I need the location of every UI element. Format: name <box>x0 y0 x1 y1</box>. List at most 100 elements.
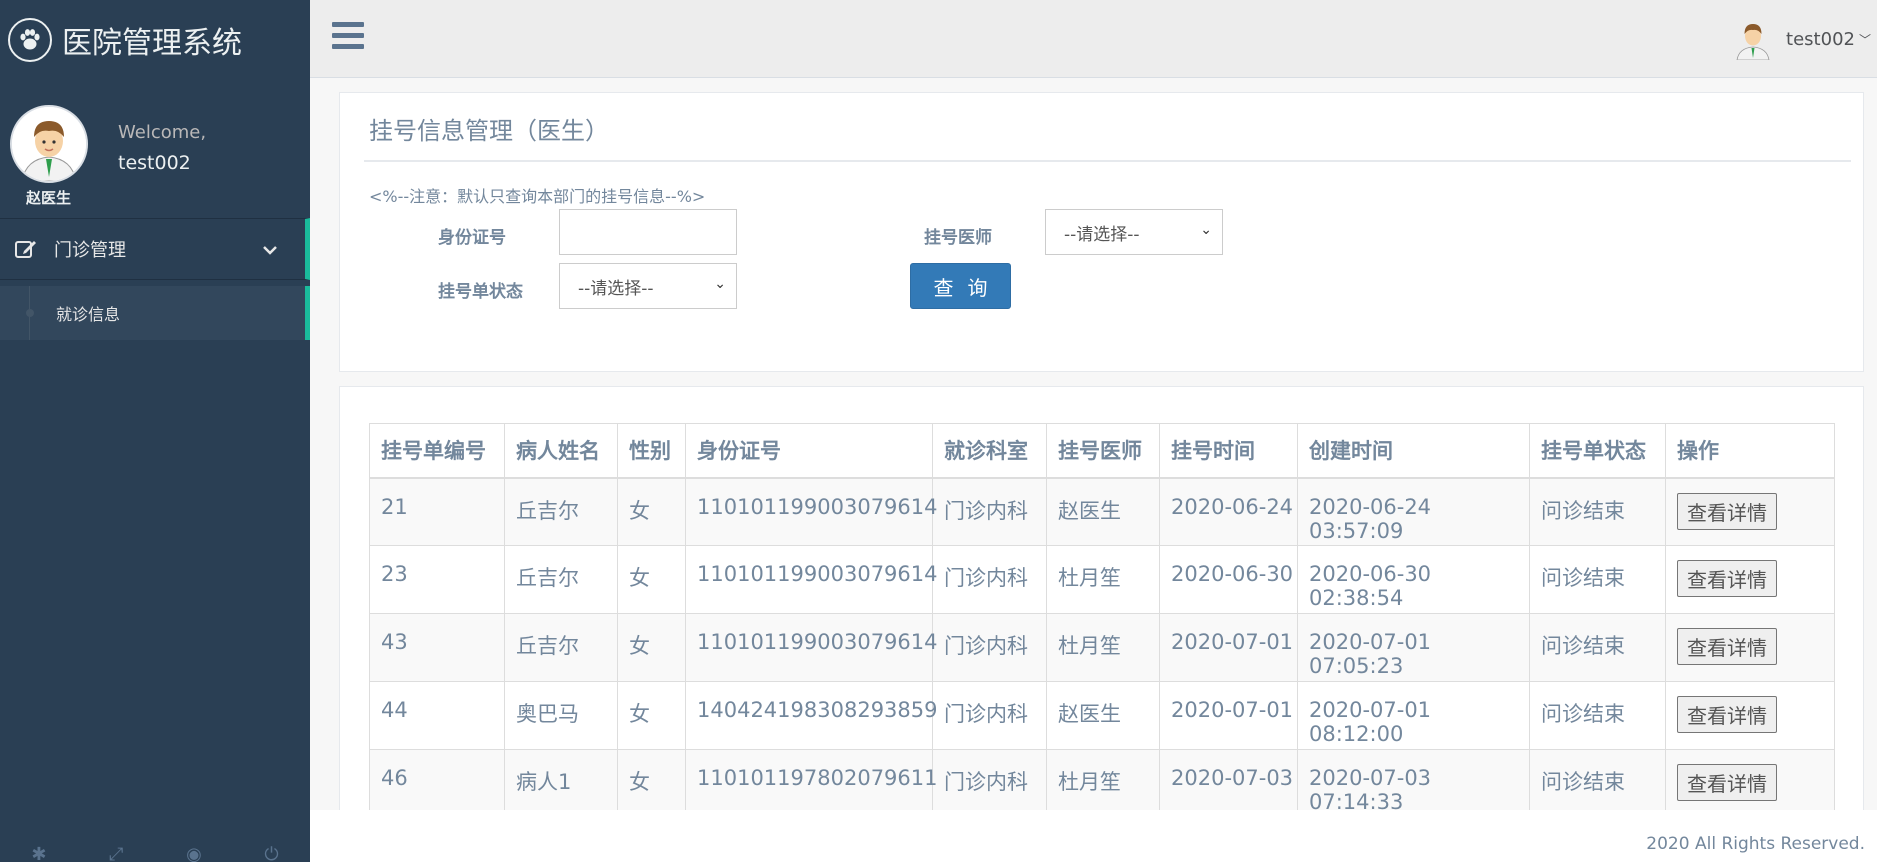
cell-created-at: 2020-07-01 08:12:00 <box>1297 681 1530 750</box>
cell-doctor: 杜月笙 <box>1046 613 1160 682</box>
submenu-dot <box>26 309 34 317</box>
fullscreen-icon[interactable]: ⤢ <box>109 846 123 862</box>
cell-id: 23 <box>369 545 505 614</box>
cell-id-number: 110101199003079614 <box>685 613 938 682</box>
cell-department: 门诊内科 <box>932 749 1047 810</box>
table-row: 43 丘吉尔 女 110101199003079614 门诊内科 杜月笙 202… <box>369 613 1835 682</box>
column-header: 操作 <box>1665 423 1835 479</box>
sidebar-item-label: 门诊管理 <box>54 240 126 261</box>
sidebar-footer: ✱ ⤢ ◉ ⏻ <box>0 842 310 862</box>
view-detail-button[interactable]: 查看详情 <box>1677 628 1777 665</box>
table-row: 23 丘吉尔 女 110101199003079614 门诊内科 杜月笙 202… <box>369 545 1835 614</box>
eye-slash-icon[interactable]: ◉ <box>186 846 202 862</box>
view-detail-button[interactable]: 查看详情 <box>1677 492 1777 530</box>
cell-actions: 查看详情 <box>1665 545 1835 614</box>
cell-patient-name: 丘吉尔 <box>504 613 618 682</box>
profile: Welcome, test002 赵医生 <box>0 80 310 218</box>
column-header: 性别 <box>617 423 686 479</box>
id-number-input[interactable] <box>559 209 737 255</box>
search-panel: 挂号信息管理（医生） <%--注意：默认只查询本部门的挂号信息--%> 身份证号… <box>339 92 1864 372</box>
query-button[interactable]: 查询 <box>910 263 1011 309</box>
power-icon[interactable]: ⏻ <box>264 846 278 862</box>
doctor-name: 赵医生 <box>26 189 72 207</box>
footer-text: 2020 All Rights Reserved. <box>1646 834 1865 854</box>
doctor-label: 挂号医师 <box>924 228 992 248</box>
cell-status: 问诊结束 <box>1529 749 1666 810</box>
table-row: 46 病人1 女 110101197802079611 门诊内科 杜月笙 202… <box>369 749 1835 810</box>
cell-actions: 查看详情 <box>1665 749 1835 810</box>
brand[interactable]: 医院管理系统 <box>0 0 310 80</box>
id-number-label: 身份证号 <box>438 228 506 248</box>
column-header: 身份证号 <box>685 423 933 479</box>
settings-icon[interactable]: ✱ <box>31 846 46 862</box>
chevron-down-icon: ⌄ <box>1200 222 1212 238</box>
view-detail-button[interactable]: 查看详情 <box>1677 696 1777 733</box>
view-detail-button[interactable]: 查看详情 <box>1677 560 1777 597</box>
cell-id-number: 110101199003079614 <box>685 477 938 546</box>
cell-status: 问诊结束 <box>1529 613 1666 682</box>
cell-gender: 女 <box>617 681 686 750</box>
cell-created-at: 2020-07-03 07:14:33 <box>1297 749 1530 810</box>
doctor-select[interactable]: --请选择-- ⌄ <box>1045 209 1223 255</box>
edit-icon <box>14 236 40 262</box>
cell-created-at: 2020-06-30 02:38:54 <box>1297 545 1530 614</box>
cell-status: 问诊结束 <box>1529 545 1666 614</box>
avatar <box>10 105 88 183</box>
registration-table: 挂号单编号 病人姓名 性别 身份证号 就诊科室 挂号医师 挂号时间 创建时间 挂… <box>369 423 1835 810</box>
avatar <box>1734 18 1772 60</box>
sidebar-item-visit-info[interactable]: 就诊信息 <box>0 286 310 340</box>
status-select[interactable]: --请选择-- ⌄ <box>559 263 737 309</box>
cell-doctor: 赵医生 <box>1046 477 1160 546</box>
page-title: 挂号信息管理（医生） <box>369 117 609 145</box>
column-header: 创建时间 <box>1297 423 1530 479</box>
cell-id: 43 <box>369 613 505 682</box>
cell-created-at: 2020-07-01 07:05:23 <box>1297 613 1530 682</box>
note-text: <%--注意：默认只查询本部门的挂号信息--%> <box>369 187 706 206</box>
cell-reg-date: 2020-07-01 <box>1159 613 1298 682</box>
doctor-select-value: --请选择-- <box>1064 224 1140 245</box>
cell-reg-date: 2020-07-01 <box>1159 681 1298 750</box>
column-header: 挂号医师 <box>1046 423 1160 479</box>
cell-status: 问诊结束 <box>1529 477 1666 546</box>
cell-gender: 女 <box>617 545 686 614</box>
cell-id: 46 <box>369 749 505 810</box>
cell-actions: 查看详情 <box>1665 681 1835 750</box>
app-title: 医院管理系统 <box>62 26 242 61</box>
footer-bar <box>310 810 1877 862</box>
sidebar-item-outpatient[interactable]: 门诊管理 <box>0 218 310 280</box>
user-menu[interactable]: test002 ﹀ <box>1734 18 1877 60</box>
chevron-down-icon: ﹀ <box>1858 32 1871 47</box>
divider <box>364 160 1851 162</box>
top-nav: test002 ﹀ <box>310 0 1877 78</box>
hamburger-icon[interactable] <box>332 22 364 50</box>
column-header: 就诊科室 <box>932 423 1047 479</box>
table-row: 21 丘吉尔 女 110101199003079614 门诊内科 赵医生 202… <box>369 477 1835 546</box>
cell-department: 门诊内科 <box>932 613 1047 682</box>
cell-doctor: 杜月笙 <box>1046 749 1160 810</box>
column-header: 挂号单状态 <box>1529 423 1666 479</box>
cell-department: 门诊内科 <box>932 477 1047 546</box>
column-header: 挂号时间 <box>1159 423 1298 479</box>
cell-department: 门诊内科 <box>932 545 1047 614</box>
cell-id: 21 <box>369 477 505 546</box>
username: test002 <box>1786 28 1855 50</box>
cell-department: 门诊内科 <box>932 681 1047 750</box>
cell-reg-date: 2020-07-03 <box>1159 749 1298 810</box>
cell-actions: 查看详情 <box>1665 477 1835 546</box>
cell-actions: 查看详情 <box>1665 613 1835 682</box>
table-row: 44 奥巴马 女 140424198308293859 门诊内科 赵医生 202… <box>369 681 1835 750</box>
cell-patient-name: 奥巴马 <box>504 681 618 750</box>
column-header: 病人姓名 <box>504 423 618 479</box>
cell-gender: 女 <box>617 749 686 810</box>
table-panel: 挂号单编号 病人姓名 性别 身份证号 就诊科室 挂号医师 挂号时间 创建时间 挂… <box>339 386 1864 810</box>
sidebar-username: test002 <box>118 152 191 174</box>
chevron-down-icon: ⌄ <box>714 276 726 292</box>
view-detail-button[interactable]: 查看详情 <box>1677 764 1777 801</box>
paw-icon <box>8 18 52 62</box>
cell-gender: 女 <box>617 477 686 546</box>
cell-doctor: 杜月笙 <box>1046 545 1160 614</box>
column-header: 挂号单编号 <box>369 423 505 479</box>
cell-id-number: 110101199003079614 <box>685 545 938 614</box>
cell-created-at: 2020-06-24 03:57:09 <box>1297 477 1530 546</box>
table-header-row: 挂号单编号 病人姓名 性别 身份证号 就诊科室 挂号医师 挂号时间 创建时间 挂… <box>369 423 1835 479</box>
